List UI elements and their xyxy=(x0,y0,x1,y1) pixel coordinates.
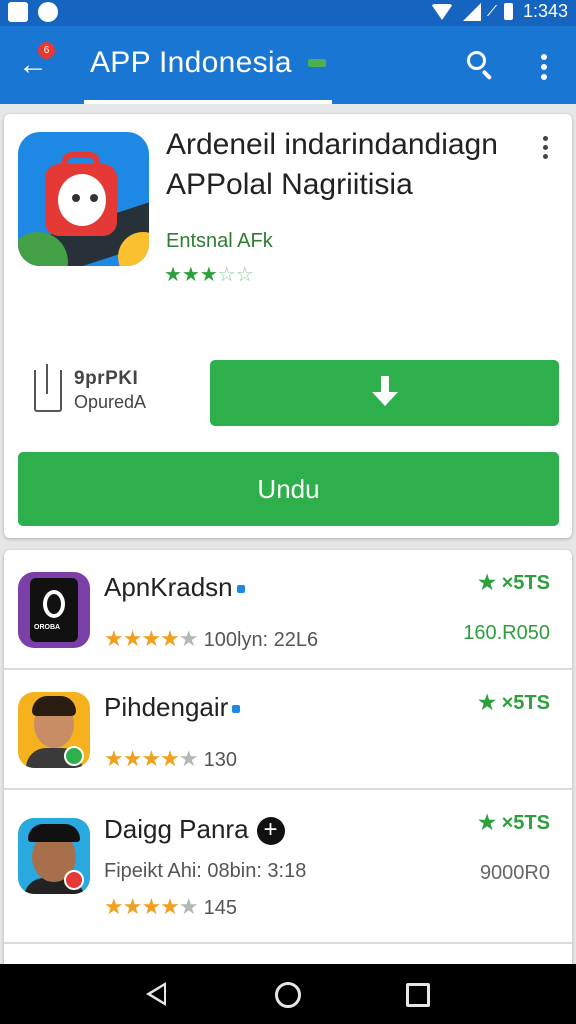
app-title-line-2: APPolal Nagriitisia xyxy=(166,168,413,201)
content-rating-line-2: OpuredA xyxy=(74,392,147,412)
app-icon xyxy=(18,132,149,266)
more-vert-icon[interactable] xyxy=(530,52,558,82)
wifi-icon xyxy=(431,3,454,20)
rating-stars-filled: ★★★ xyxy=(164,264,218,286)
gallery-icon xyxy=(8,2,28,22)
developer-link[interactable]: Entsnal AFk xyxy=(166,230,273,253)
list-item[interactable]: Pihdengair ★★★★★ 130 ★ ×5TS xyxy=(4,670,572,790)
app-avatar xyxy=(18,818,90,894)
content-rating-line-1: 9prPKI xyxy=(74,368,139,389)
app-title-line-1: Ardeneil indarindandiagn xyxy=(166,128,498,161)
list-item[interactable]: OROBA ApnKradsn ★★★★★ 100lyn: 22L6 ★ ×5TS… xyxy=(4,550,572,670)
list-item-right-top: ★ ×5TS xyxy=(478,692,550,714)
messenger-icon xyxy=(38,2,58,22)
app-bar: ← 6 APP Indonesia xyxy=(0,26,576,104)
status-time: 1:343 xyxy=(522,1,568,21)
list-item-right-top: ★ ×5TS xyxy=(478,812,550,834)
related-apps-list: OROBA ApnKradsn ★★★★★ 100lyn: 22L6 ★ ×5TS… xyxy=(4,550,572,970)
nav-back-icon[interactable] xyxy=(146,982,166,1006)
status-left xyxy=(8,2,58,22)
page-title: APP Indonesia xyxy=(90,46,292,79)
active-tab-indicator xyxy=(84,100,332,104)
navigation-bar xyxy=(0,964,576,1024)
overflow-menu-icon[interactable] xyxy=(540,134,552,162)
list-item-name: Daigg Panra + xyxy=(104,814,285,846)
list-item-subtitle: Fipeikt Ahi: 08bin: 3:18 xyxy=(104,860,307,882)
nav-recent-icon[interactable] xyxy=(406,983,430,1007)
rating-stars-empty: ☆☆ xyxy=(217,264,254,286)
nav-home-icon[interactable] xyxy=(275,982,301,1008)
notification-badge: 6 xyxy=(38,42,55,59)
download-icon xyxy=(370,376,400,410)
list-item-meta: ★★★★★ 130 xyxy=(104,746,237,771)
battery-icon xyxy=(503,3,513,20)
signal-icon xyxy=(463,2,482,21)
content-rating: 9prPKI OpuredA xyxy=(32,364,162,418)
no-sim-icon: ⁄ xyxy=(491,2,494,20)
list-item-meta: ★★★★★ 145 xyxy=(104,894,237,919)
download-button[interactable] xyxy=(210,360,559,426)
list-item-right-bottom: 160.R050 xyxy=(463,622,550,644)
verified-icon xyxy=(236,585,245,594)
app-rating-stars: ★★★☆☆ xyxy=(164,262,254,287)
title-tag xyxy=(308,59,326,67)
search-icon[interactable] xyxy=(466,50,496,81)
list-item-meta: ★★★★★ 100lyn: 22L6 xyxy=(104,626,319,651)
list-item-name: Pihdengair xyxy=(104,692,241,723)
verified-icon xyxy=(232,705,241,714)
install-button[interactable]: Undu xyxy=(18,452,559,526)
list-item-right-bottom: 9000R0 xyxy=(479,862,550,884)
status-right: ⁄ 1:343 xyxy=(431,1,568,22)
content-rating-icon xyxy=(34,364,62,412)
avatar-brand-text: OROBA xyxy=(34,624,61,631)
app-avatar: OROBA xyxy=(18,572,90,648)
app-detail-card: Ardeneil indarindandiagn APPolal Nagriit… xyxy=(4,114,572,538)
list-item[interactable]: Daigg Panra + Fipeikt Ahi: 08bin: 3:18 ★★… xyxy=(4,790,572,944)
status-bar: ⁄ 1:343 xyxy=(0,0,576,26)
list-item-name: ApnKradsn xyxy=(104,572,245,603)
plus-icon[interactable]: + xyxy=(256,817,285,846)
list-item-right-top: ★ ×5TS xyxy=(478,572,550,594)
app-avatar xyxy=(18,692,90,768)
